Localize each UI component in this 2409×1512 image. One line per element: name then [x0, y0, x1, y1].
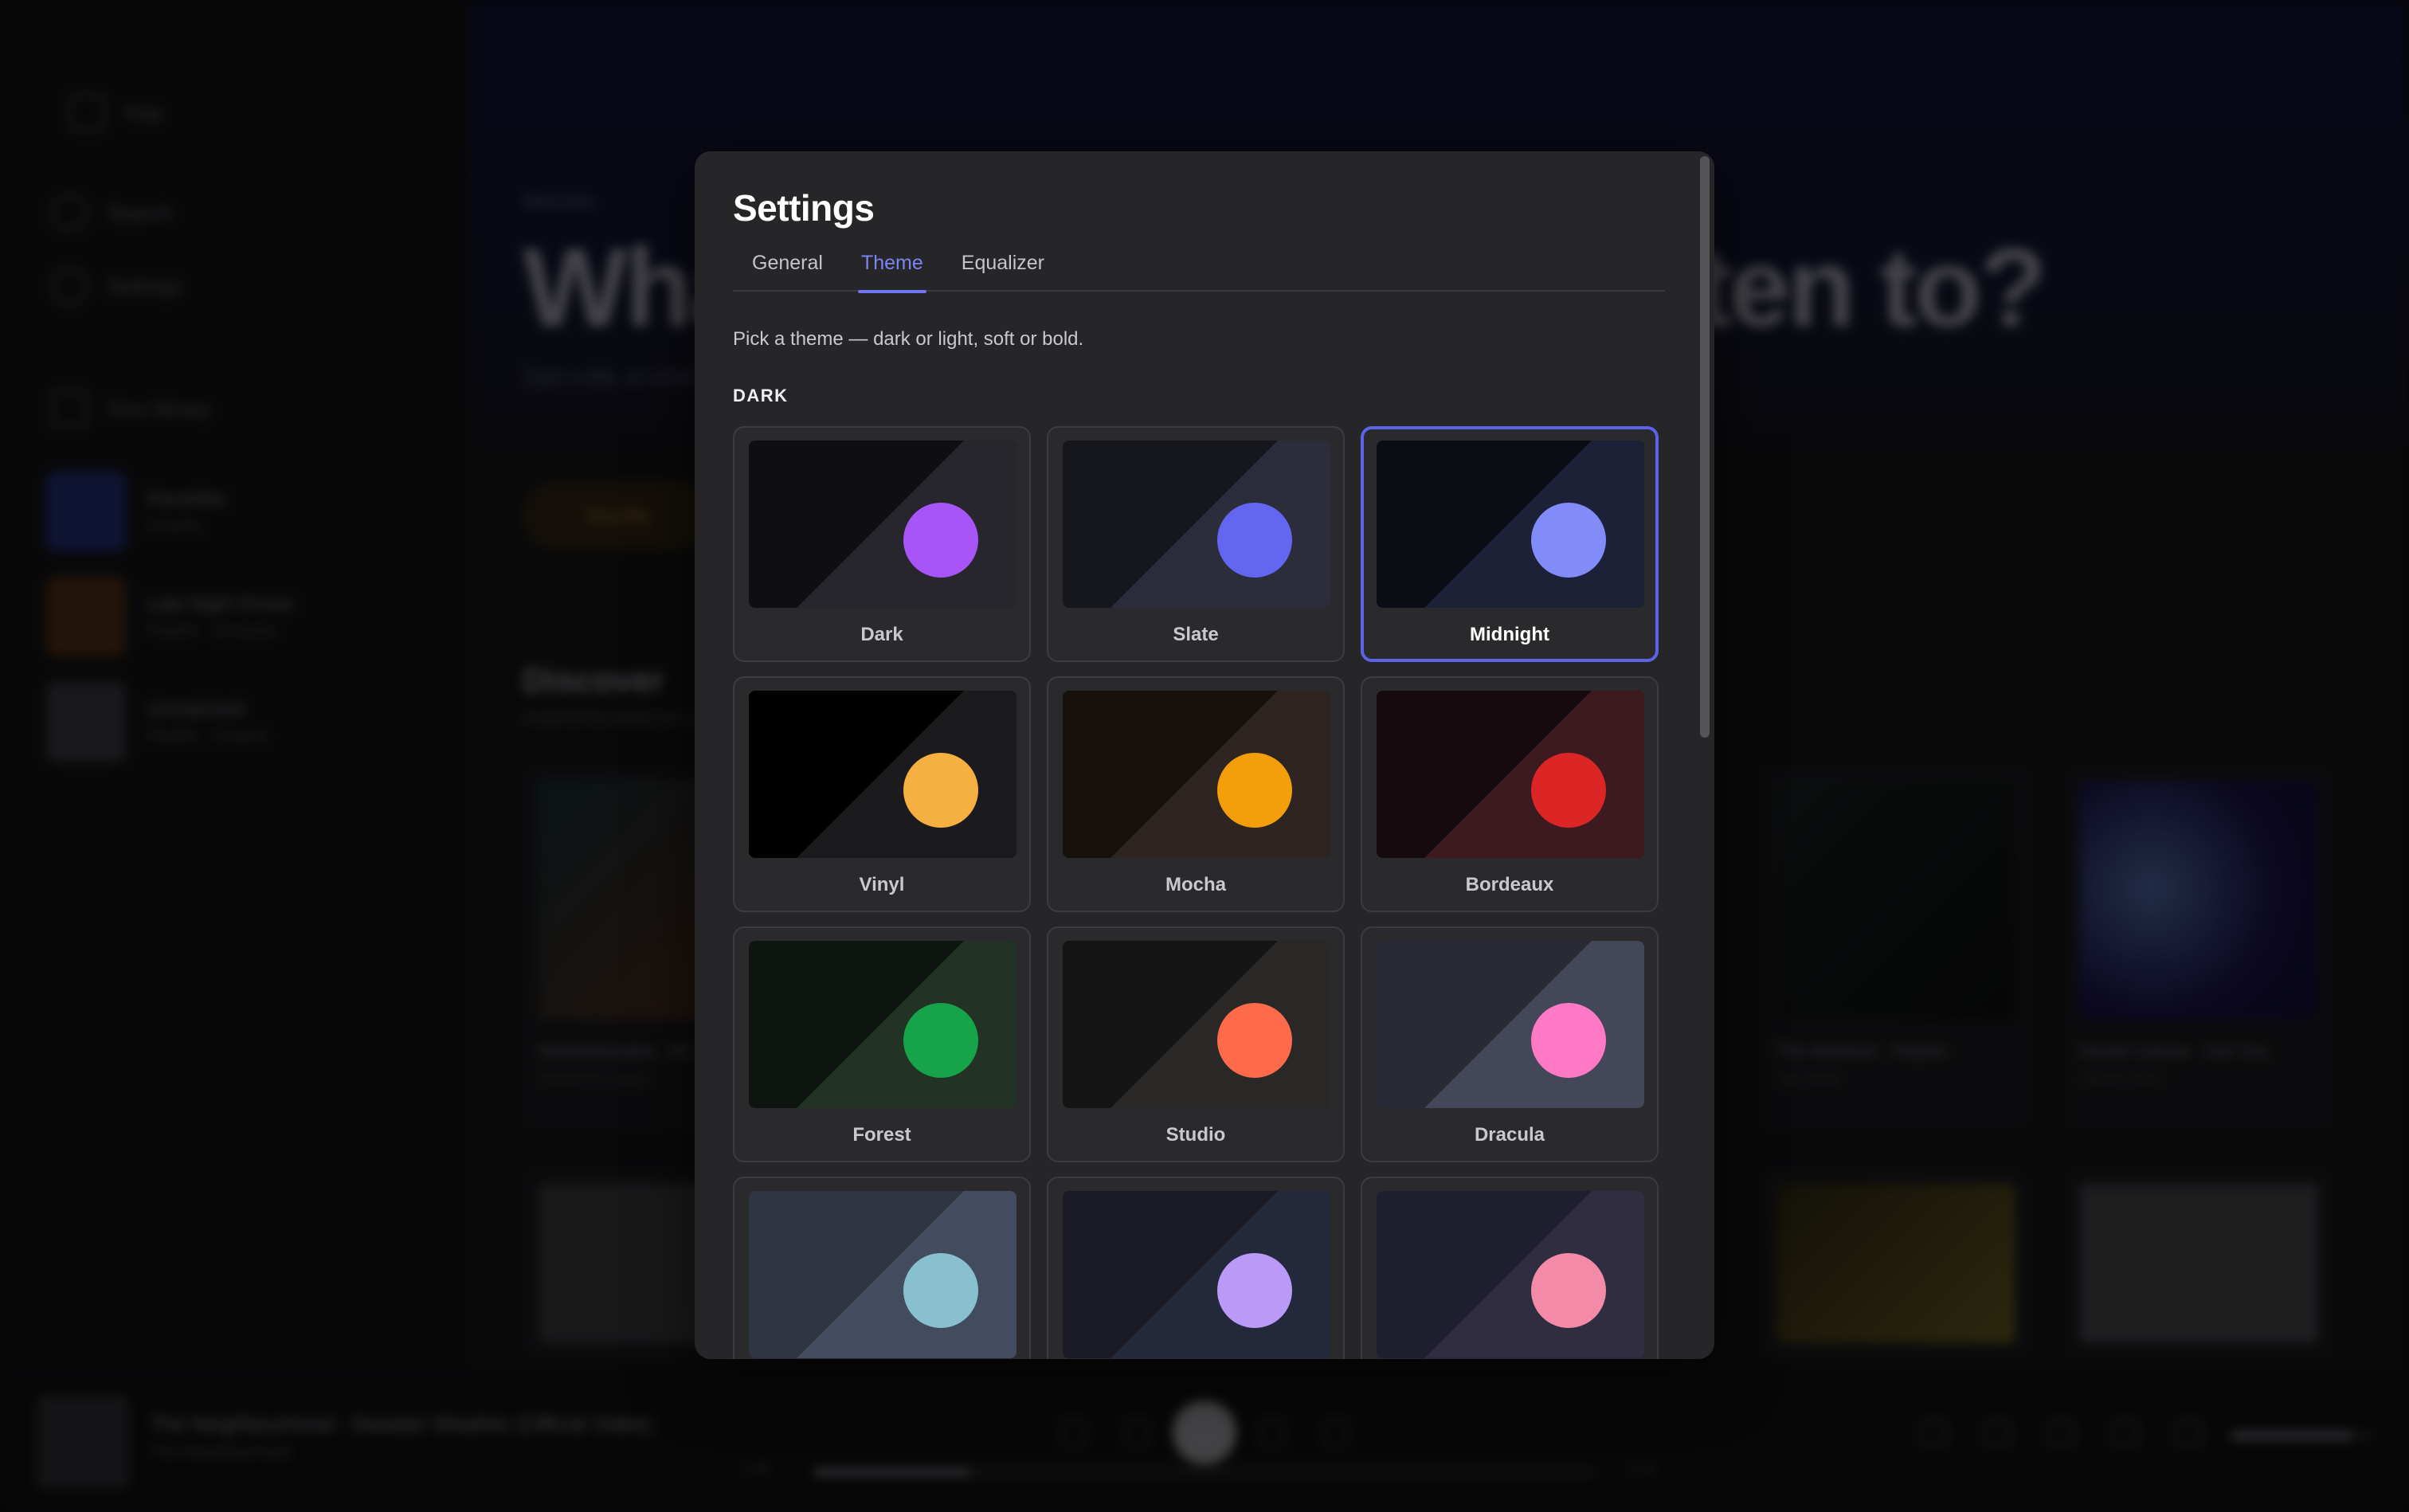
theme-name: Bordeaux: [1465, 874, 1554, 895]
tab-general[interactable]: General: [733, 247, 842, 292]
theme-card-studio[interactable]: Studio: [1047, 926, 1345, 1162]
theme-name: Dracula: [1474, 1124, 1545, 1146]
theme-name: Forest: [852, 1124, 911, 1146]
tab-equalizer[interactable]: Equalizer: [942, 247, 1063, 292]
theme-preview: [1063, 941, 1330, 1108]
theme-card-slate[interactable]: Slate: [1047, 426, 1345, 662]
theme-card-theme-12[interactable]: [1361, 1177, 1659, 1359]
theme-card-dracula[interactable]: Dracula: [1361, 926, 1659, 1162]
accent-swatch: [903, 1003, 978, 1078]
section-label-dark: DARK: [733, 386, 789, 405]
theme-card-forest[interactable]: Forest: [733, 926, 1031, 1162]
theme-description: Pick a theme — dark or light, soft or bo…: [733, 328, 1084, 350]
theme-preview: [749, 941, 1016, 1108]
scrollbar[interactable]: [1700, 156, 1710, 738]
accent-swatch: [1217, 1003, 1292, 1078]
theme-preview: [749, 691, 1016, 858]
theme-preview: [749, 441, 1016, 608]
theme-card-vinyl[interactable]: Vinyl: [733, 676, 1031, 912]
theme-card-bordeaux[interactable]: Bordeaux: [1361, 676, 1659, 912]
theme-name: Studio: [1165, 1124, 1226, 1146]
theme-name: Vinyl: [859, 874, 905, 895]
theme-preview: [1063, 691, 1330, 858]
accent-swatch: [903, 1253, 978, 1328]
theme-preview: [1063, 441, 1330, 608]
theme-card-theme-11[interactable]: [1047, 1177, 1345, 1359]
theme-preview: [1377, 441, 1644, 608]
tab-theme[interactable]: Theme: [842, 247, 942, 293]
theme-card-theme-10[interactable]: [733, 1177, 1031, 1359]
theme-preview: [749, 1191, 1016, 1358]
accent-swatch: [1531, 503, 1606, 578]
accent-swatch: [903, 753, 978, 828]
settings-dialog: Settings General Theme Equalizer Pick a …: [695, 151, 1714, 1359]
accent-swatch: [1531, 1253, 1606, 1328]
theme-name: Slate: [1173, 624, 1219, 645]
theme-card-dark[interactable]: Dark: [733, 426, 1031, 662]
theme-name: Dark: [860, 624, 903, 645]
theme-card-mocha[interactable]: Mocha: [1047, 676, 1345, 912]
accent-swatch: [1531, 753, 1606, 828]
theme-name: Mocha: [1165, 874, 1226, 895]
theme-preview: [1377, 691, 1644, 858]
theme-preview: [1377, 941, 1644, 1108]
accent-swatch: [1217, 503, 1292, 578]
theme-name: Midnight: [1470, 624, 1549, 645]
accent-swatch: [1217, 1253, 1292, 1328]
theme-card-midnight[interactable]: Midnight: [1361, 426, 1659, 662]
accent-swatch: [1531, 1003, 1606, 1078]
accent-swatch: [903, 503, 978, 578]
theme-preview: [1377, 1191, 1644, 1358]
dialog-title: Settings: [733, 187, 875, 229]
settings-tabs: General Theme Equalizer: [733, 247, 1665, 293]
accent-swatch: [1217, 753, 1292, 828]
theme-preview: [1063, 1191, 1330, 1358]
